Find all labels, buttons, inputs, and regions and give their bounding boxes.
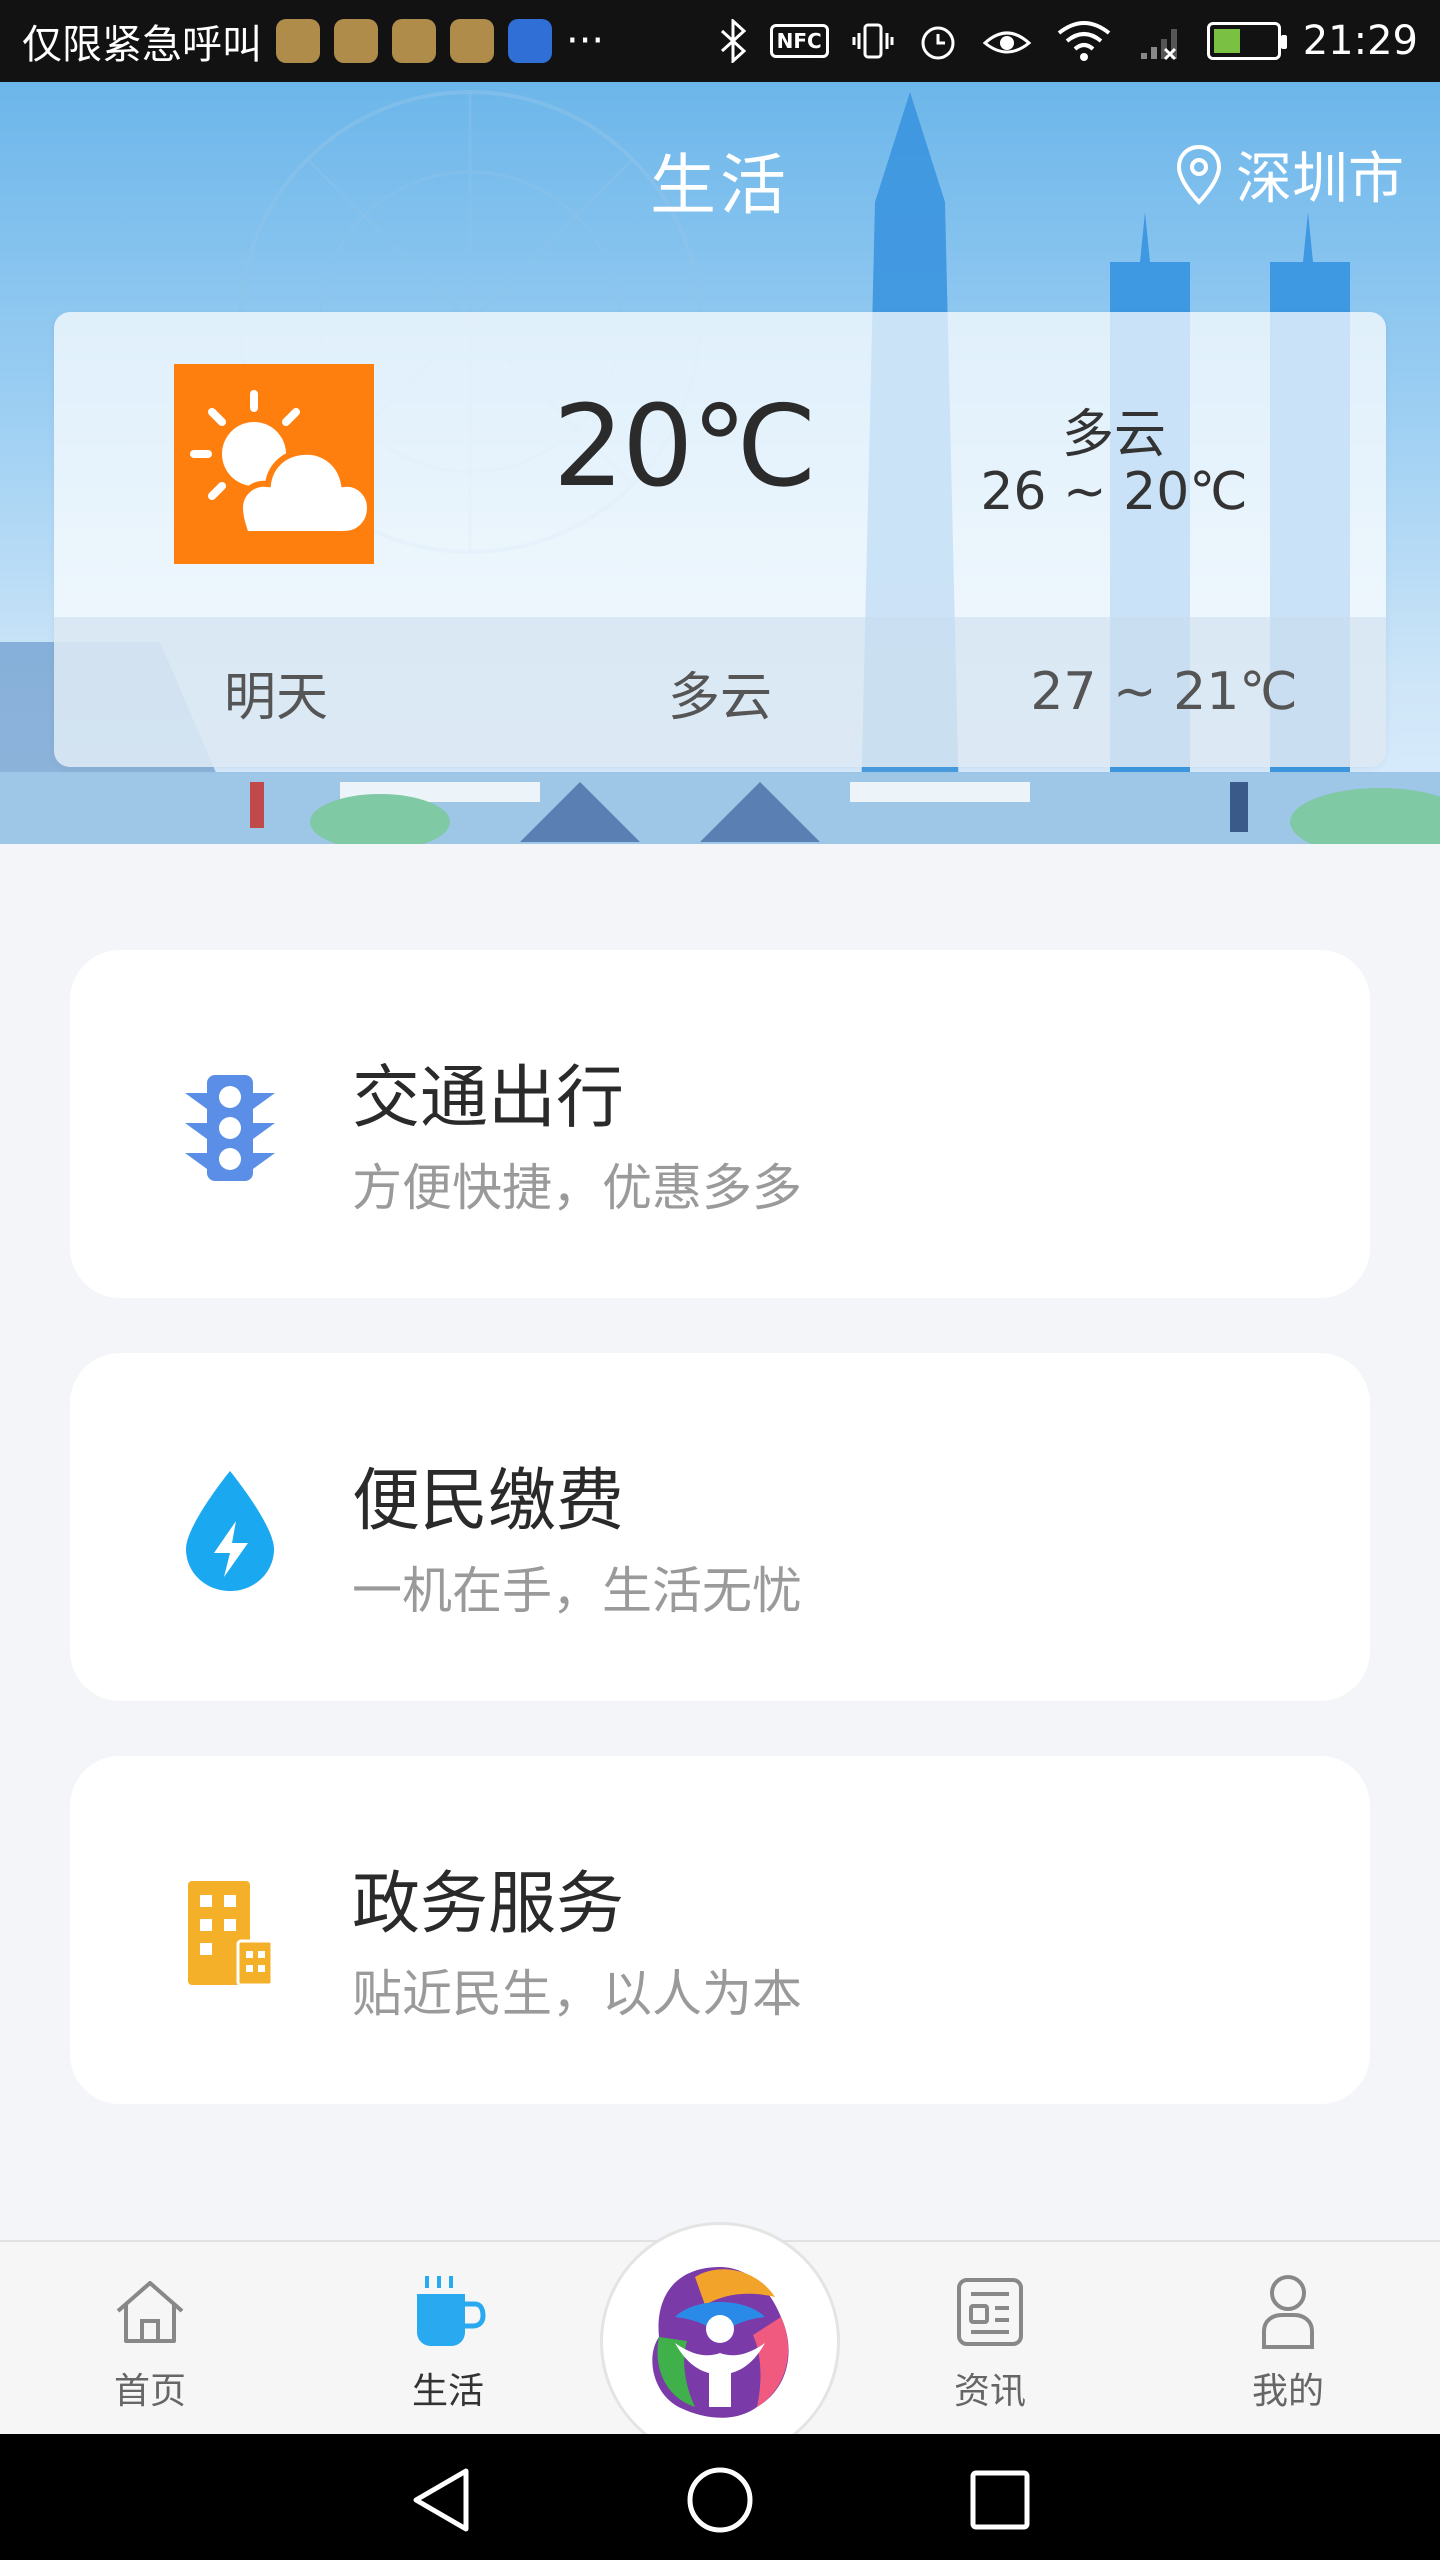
gallery-icon <box>392 19 436 63</box>
service-title: 便民缴费 <box>352 1462 625 1541</box>
service-card-government[interactable]: 政务服务 贴近民生，以人为本 <box>70 1756 1370 2104</box>
weather-header: 生活 深圳市 20℃ 多云 26 ~ 20℃ 明天 多云 27 ~ 21℃ <box>0 82 1440 844</box>
home-button[interactable] <box>682 2462 758 2538</box>
wifi-icon <box>1055 19 1113 63</box>
water-drop-icon <box>170 1471 290 1591</box>
building-icon <box>170 1874 290 1994</box>
tab-life[interactable]: 生活 <box>348 2272 548 2414</box>
service-subtitle: 贴近民生，以人为本 <box>352 1965 802 2023</box>
tomorrow-temp-range: 27 ~ 21℃ <box>1030 662 1298 722</box>
tab-profile[interactable]: 我的 <box>1188 2272 1388 2414</box>
tab-label: 生活 <box>411 2371 484 2412</box>
service-title: 交通出行 <box>352 1059 625 1138</box>
bluetooth-icon <box>718 19 748 63</box>
recents-square-icon <box>970 2470 1030 2530</box>
current-temperature: 20℃ <box>552 382 817 512</box>
tomorrow-condition: 多云 <box>667 667 772 728</box>
nfc-icon: NFC <box>769 24 829 58</box>
more-notifications: ··· <box>566 18 605 64</box>
recents-button[interactable] <box>962 2462 1038 2538</box>
tab-label: 我的 <box>1251 2371 1324 2412</box>
today-condition: 多云 <box>1061 405 1166 465</box>
back-triangle-icon <box>413 2468 469 2532</box>
city-selector[interactable]: 深圳市 <box>1176 134 1404 215</box>
eye-app-icon <box>450 19 494 63</box>
health-app-icon <box>276 19 320 63</box>
alarm-icon <box>917 19 959 63</box>
home-icon <box>110 2272 190 2352</box>
vibrate-icon <box>851 19 895 63</box>
app-logo-icon <box>652 2267 789 2418</box>
service-subtitle: 一机在手，生活无忧 <box>352 1562 802 1620</box>
signal-icon <box>1135 19 1185 63</box>
service-card-payment[interactable]: 便民缴费 一机在手，生活无忧 <box>70 1353 1370 1701</box>
home-circle-icon <box>687 2467 753 2533</box>
location-pin-icon <box>1176 144 1222 205</box>
battery-icon <box>1206 22 1287 60</box>
usb-icon <box>334 19 378 63</box>
tomorrow-label: 明天 <box>223 667 328 728</box>
system-nav-bar <box>0 2434 1440 2560</box>
cup-icon <box>408 2272 488 2352</box>
news-icon <box>950 2272 1030 2352</box>
tab-label: 资讯 <box>953 2371 1026 2412</box>
center-app-logo-button[interactable] <box>600 2222 840 2462</box>
tab-home[interactable]: 首页 <box>50 2272 250 2414</box>
tab-label: 首页 <box>113 2371 186 2412</box>
partly-cloudy-icon <box>174 364 374 564</box>
tab-news[interactable]: 资讯 <box>890 2272 1090 2414</box>
traffic-light-icon <box>170 1068 290 1188</box>
today-temp-range: 26 ~ 20℃ <box>980 462 1248 522</box>
service-subtitle: 方便快捷，优惠多多 <box>352 1159 802 1217</box>
person-icon <box>1248 2272 1328 2352</box>
status-bar: 仅限紧急呼叫 ··· NFC 21:29 <box>0 0 1440 82</box>
baidu-icon <box>508 19 552 63</box>
city-name: 深圳市 <box>1236 147 1404 212</box>
service-title: 政务服务 <box>352 1865 625 1944</box>
tomorrow-forecast: 明天 多云 27 ~ 21℃ <box>54 617 1386 767</box>
weather-card[interactable]: 20℃ 多云 26 ~ 20℃ 明天 多云 27 ~ 21℃ <box>54 312 1386 767</box>
eye-comfort-icon <box>981 21 1033 61</box>
carrier-text: 仅限紧急呼叫 <box>22 22 262 68</box>
back-button[interactable] <box>404 2462 480 2538</box>
service-card-transport[interactable]: 交通出行 方便快捷，优惠多多 <box>70 950 1370 1298</box>
clock: 21:29 <box>1302 18 1418 64</box>
